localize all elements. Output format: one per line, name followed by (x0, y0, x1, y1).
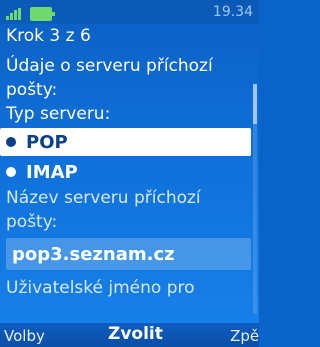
center-softkey[interactable]: Zvolit (108, 324, 163, 344)
incoming-server-heading-line2: pošty: (6, 80, 58, 100)
step-indicator: Krok 3 z 6 (6, 26, 91, 46)
phone-screen: 19.34 Krok 3 z 6 Údaje o serveru příchoz… (0, 0, 259, 347)
server-type-label: Typ serveru: (6, 104, 111, 124)
option-label: POP (26, 131, 68, 153)
scrollbar-thumb[interactable] (253, 84, 257, 124)
server-name-label-line2: pošty: (6, 212, 58, 232)
server-type-option-imap[interactable]: IMAP (0, 158, 253, 186)
incoming-server-heading: Údaje o serveru příchozí (6, 56, 213, 76)
server-name-label: Název serveru příchozí (6, 188, 201, 208)
softkey-bar: Volby Zvolit Zpět (0, 323, 259, 347)
server-type-option-pop[interactable]: POP (0, 128, 251, 156)
server-name-input[interactable]: pop3.seznam.cz (6, 238, 251, 270)
right-softkey[interactable]: Zpět (230, 327, 259, 345)
battery-icon (30, 7, 55, 21)
form-content: Údaje o serveru příchozí pošty: Typ serv… (0, 54, 259, 300)
option-label: IMAP (26, 161, 78, 183)
clock: 19.34 (212, 4, 253, 20)
signal-icon (6, 8, 26, 20)
radio-selected-icon (6, 137, 16, 147)
left-softkey[interactable]: Volby (4, 327, 45, 345)
scrollbar[interactable] (253, 84, 257, 314)
username-label: Uživatelské jméno pro (6, 278, 195, 298)
status-bar: 19.34 (0, 0, 259, 24)
radio-unselected-icon (6, 167, 16, 177)
